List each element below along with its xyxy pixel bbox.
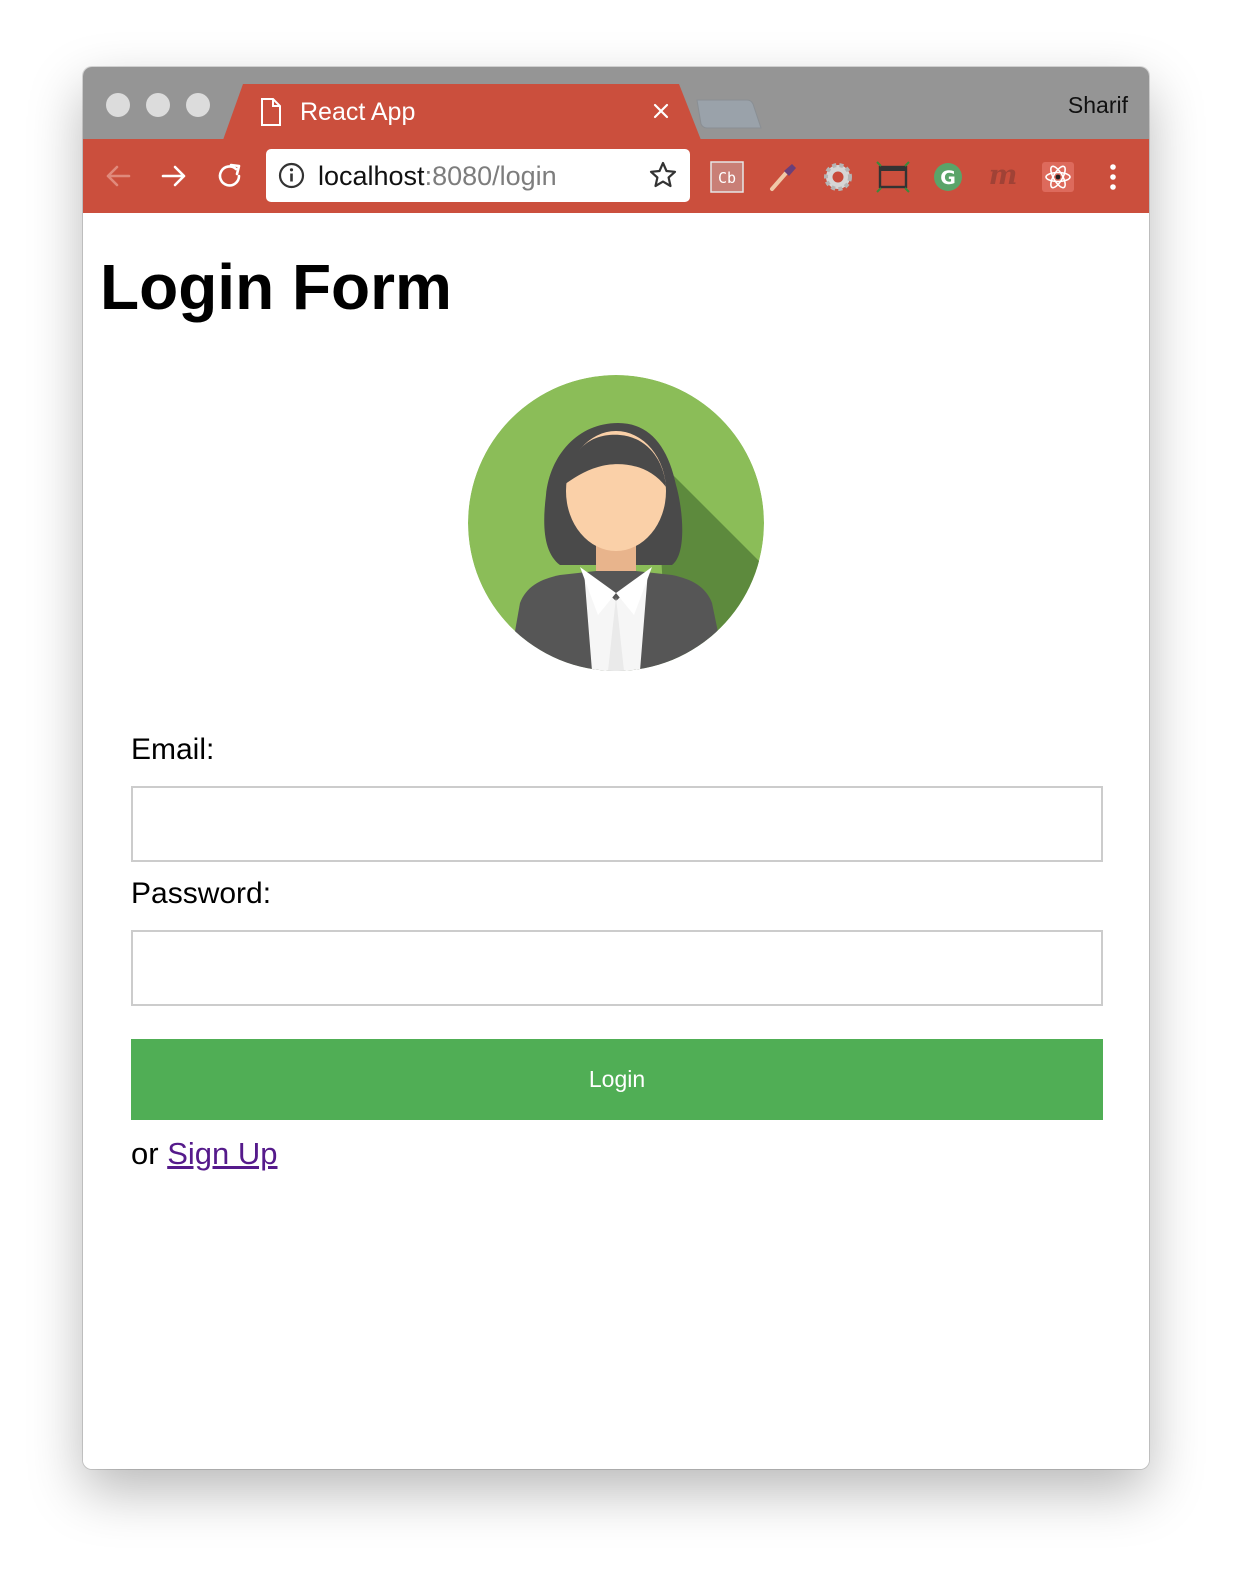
reload-icon[interactable] <box>215 161 245 191</box>
page-icon <box>261 98 281 126</box>
tab-shape <box>223 84 701 140</box>
tab-strip: React App Sharif <box>83 67 1149 140</box>
info-icon[interactable] <box>278 162 305 189</box>
close-window-button[interactable] <box>106 93 130 117</box>
grammarly-label: G <box>940 167 956 189</box>
address-bar[interactable]: localhost:8080/login <box>266 149 690 202</box>
browser-toolbar: localhost:8080/login Cb G m <box>83 139 1149 213</box>
url-path: :8080/login <box>424 161 557 191</box>
window-resizer-icon[interactable] <box>876 161 910 193</box>
profile-name[interactable]: Sharif <box>1068 92 1128 119</box>
new-tab-button[interactable] <box>695 98 765 130</box>
browser-window: React App Sharif localhost:8080/login Cb… <box>83 67 1149 1469</box>
gear-extension-icon[interactable] <box>821 161 855 193</box>
grammarly-icon[interactable]: G <box>931 161 965 193</box>
tab-title: React App <box>300 98 416 126</box>
react-devtools-icon[interactable] <box>1041 161 1075 193</box>
url-host: localhost <box>318 161 425 191</box>
close-icon[interactable] <box>651 101 671 121</box>
password-label: Password: <box>131 877 272 910</box>
minimize-window-button[interactable] <box>146 93 170 117</box>
m-extension-label: m <box>989 161 1018 191</box>
cb-extension-icon[interactable]: Cb <box>710 161 744 193</box>
login-button[interactable]: Login <box>131 1039 1103 1120</box>
url-text: localhost:8080/login <box>318 161 557 192</box>
email-label: Email: <box>131 733 215 766</box>
woman-avatar-icon <box>468 375 764 671</box>
page-content: Login Form Email: Password: Login or Sig… <box>83 213 1149 1469</box>
m-extension-icon[interactable]: m <box>986 161 1020 193</box>
password-field[interactable] <box>131 930 1103 1006</box>
signup-link[interactable]: Sign Up <box>167 1136 277 1171</box>
signup-prefix: or <box>131 1136 159 1171</box>
email-field[interactable] <box>131 786 1103 862</box>
star-icon[interactable] <box>648 160 678 190</box>
back-arrow-icon[interactable] <box>103 161 133 191</box>
cb-extension-label: Cb <box>718 169 736 187</box>
zoom-window-button[interactable] <box>186 93 210 117</box>
forward-arrow-icon[interactable] <box>159 161 189 191</box>
eyedropper-icon[interactable] <box>766 161 800 193</box>
page-title: Login Form <box>100 251 452 323</box>
tab-react-app[interactable]: React App <box>223 84 703 140</box>
signup-line: or Sign Up <box>131 1136 278 1172</box>
more-menu-icon[interactable] <box>1096 161 1130 193</box>
